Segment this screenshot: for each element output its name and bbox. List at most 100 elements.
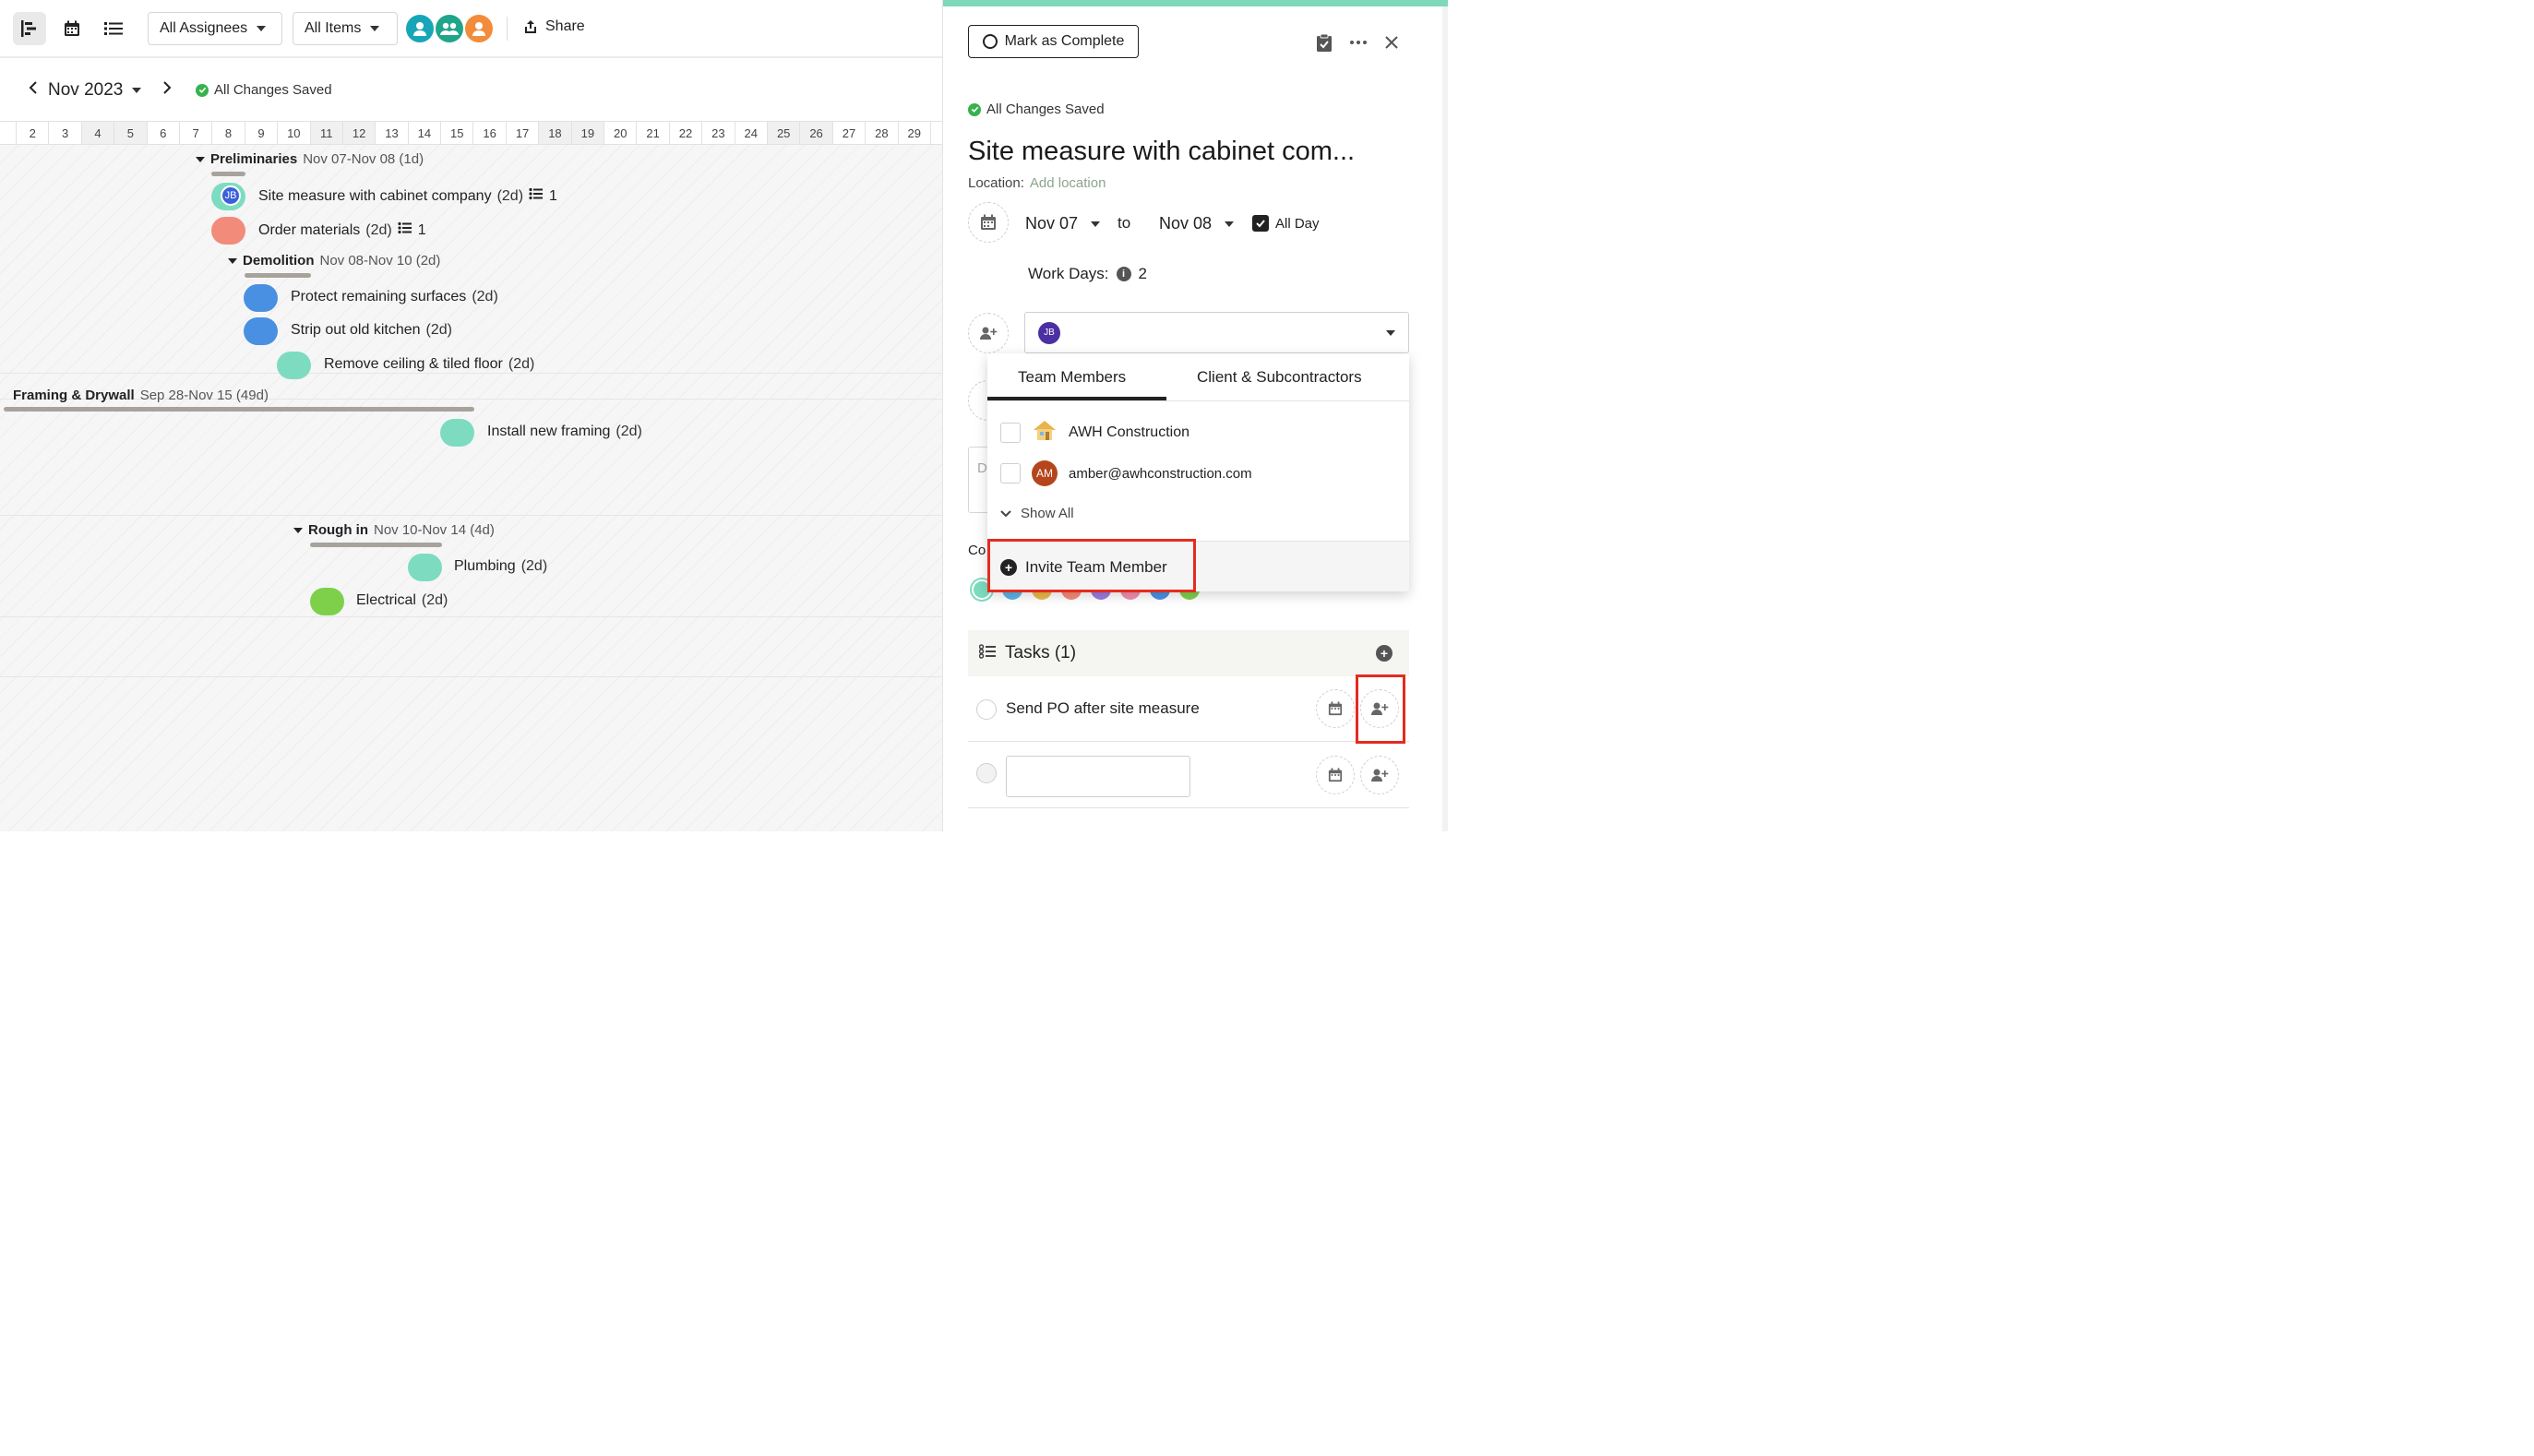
task-text[interactable]: Send PO after site measure: [1006, 699, 1200, 718]
item-name: Electrical: [356, 592, 416, 608]
checkbox[interactable]: [1000, 463, 1021, 483]
work-days-row: Work Days: i 2: [1028, 265, 1147, 283]
collapse-triangle-icon[interactable]: [293, 527, 303, 533]
row-divider: [0, 676, 942, 677]
saved-status: All Changes Saved: [196, 82, 332, 98]
assignee-tabs: Team Members Client & Subcontractors: [987, 353, 1409, 401]
item-label-site-measure[interactable]: Site measure with cabinet company (2d) 1: [258, 187, 557, 205]
client-avatar-icon[interactable]: [465, 15, 493, 42]
end-date-select[interactable]: Nov 08: [1159, 214, 1235, 233]
assignee-select[interactable]: JB: [1024, 312, 1409, 353]
day-cell: 8: [212, 122, 245, 144]
item-label-order-materials[interactable]: Order materials (2d) 1: [258, 221, 426, 239]
item-label-remove[interactable]: Remove ceiling & tiled floor (2d): [324, 356, 534, 373]
group-avatar-icon[interactable]: [436, 15, 463, 42]
subtask-count: 1: [417, 221, 426, 238]
start-date-select[interactable]: Nov 07: [1025, 214, 1101, 233]
chevron-down-icon[interactable]: [132, 88, 142, 93]
month-label[interactable]: Nov 2023: [48, 80, 123, 101]
collapse-triangle-icon[interactable]: [228, 257, 237, 264]
team-avatar-icon[interactable]: [406, 15, 434, 42]
task-date-button[interactable]: [1316, 756, 1355, 794]
day-cell: 6: [148, 122, 180, 144]
clipboard-check-icon[interactable]: [1313, 31, 1335, 54]
option-company[interactable]: AWH Construction: [1000, 419, 1189, 446]
item-bar-framing[interactable]: [440, 419, 474, 447]
row-divider: [0, 373, 942, 374]
list-view-button[interactable]: [97, 12, 130, 45]
day-cell: 10: [278, 122, 311, 144]
day-cell: 7: [180, 122, 213, 144]
item-label-electrical[interactable]: Electrical (2d): [356, 592, 448, 609]
item-name: Remove ceiling & tiled floor: [324, 356, 503, 372]
day-cell: 4: [81, 122, 115, 144]
group-name: Framing & Drywall: [13, 388, 135, 403]
panel-scrollbar[interactable]: [1442, 6, 1448, 831]
day-cell: 11: [310, 122, 343, 144]
task-complete-toggle[interactable]: [976, 699, 997, 720]
item-bar-protect[interactable]: [244, 284, 278, 312]
all-day-checkbox[interactable]: All Day: [1252, 215, 1320, 232]
item-bar-order-materials[interactable]: [211, 217, 245, 245]
gantt-view-button[interactable]: [13, 12, 46, 45]
add-location-link[interactable]: Add location: [1030, 175, 1106, 191]
add-task-icon[interactable]: +: [1376, 645, 1393, 662]
chevron-right-icon[interactable]: [161, 80, 173, 101]
add-user-icon: [1371, 769, 1389, 782]
group-framing[interactable]: Framing & Drywall Sep 28-Nov 15 (49d): [13, 388, 269, 403]
mark-complete-button[interactable]: Mark as Complete: [968, 25, 1139, 58]
more-options-icon[interactable]: [1347, 31, 1369, 54]
item-name: Install new framing: [487, 424, 611, 439]
group-preliminaries[interactable]: Preliminaries Nov 07-Nov 08 (1d): [196, 151, 424, 167]
all-day-label: All Day: [1275, 215, 1320, 232]
assignees-filter-dropdown[interactable]: All Assignees: [148, 12, 282, 45]
day-cell: 28: [866, 122, 899, 144]
gantt-area: Nov 2023 All Changes Saved 2 3 4 5 6 7 8 9 10 11 1…: [0, 60, 942, 831]
items-filter-dropdown[interactable]: All Items: [293, 12, 398, 45]
item-label-strip[interactable]: Strip out old kitchen (2d): [291, 322, 452, 339]
check-circle-icon: [968, 102, 981, 116]
day-cell: 2: [17, 122, 50, 144]
show-all-toggle[interactable]: Show All: [1000, 506, 1074, 521]
chevron-left-icon[interactable]: [28, 80, 39, 101]
item-title[interactable]: Site measure with cabinet com...: [968, 137, 1355, 167]
item-label-framing[interactable]: Install new framing (2d): [487, 424, 642, 440]
chevron-down-icon: [257, 26, 267, 31]
description-placeholder: D: [977, 460, 987, 476]
item-bar-strip[interactable]: [244, 317, 278, 345]
color-label: Co: [968, 543, 986, 558]
item-bar-plumbing[interactable]: [408, 554, 442, 581]
item-label-plumbing[interactable]: Plumbing (2d): [454, 558, 547, 575]
task-date-button[interactable]: [1316, 689, 1355, 728]
task-assign-button[interactable]: [1360, 756, 1399, 794]
option-email-label: amber@awhconstruction.com: [1069, 465, 1252, 482]
share-button[interactable]: Share: [523, 18, 585, 35]
day-cell: 27: [833, 122, 867, 144]
share-icon: [525, 20, 536, 33]
close-icon[interactable]: [1381, 31, 1403, 54]
group-rough-in[interactable]: Rough in Nov 10-Nov 14 (4d): [293, 522, 495, 538]
group-range: Nov 07-Nov 08 (1d): [303, 151, 424, 167]
item-duration: (2d): [496, 187, 524, 204]
group-name: Preliminaries: [210, 151, 298, 167]
collapse-triangle-icon[interactable]: [196, 156, 205, 162]
calendar-view-button[interactable]: [55, 12, 89, 45]
group-demolition[interactable]: Demolition Nov 08-Nov 10 (2d): [228, 253, 440, 269]
new-task-input[interactable]: [1006, 756, 1190, 797]
day-cell: 21: [637, 122, 670, 144]
tab-clients-subcontractors[interactable]: Client & Subcontractors: [1197, 368, 1362, 387]
option-email[interactable]: AM amber@awhconstruction.com: [1000, 460, 1252, 486]
highlight-box-invite: [987, 539, 1196, 592]
checkbox[interactable]: [1000, 422, 1021, 443]
location-label: Location:: [968, 175, 1024, 191]
item-bar-remove[interactable]: [277, 352, 311, 379]
item-label-protect[interactable]: Protect remaining surfaces (2d): [291, 289, 498, 305]
item-bar-electrical[interactable]: [310, 588, 344, 615]
tasks-title: Tasks (1): [1005, 643, 1077, 662]
start-date-value: Nov 07: [1025, 214, 1079, 233]
active-tab-indicator: [987, 397, 1166, 400]
info-icon[interactable]: i: [1116, 267, 1131, 281]
tab-team-members[interactable]: Team Members: [1018, 368, 1126, 387]
toolbar-divider: [507, 17, 508, 41]
member-avatar: AM: [1032, 460, 1058, 486]
